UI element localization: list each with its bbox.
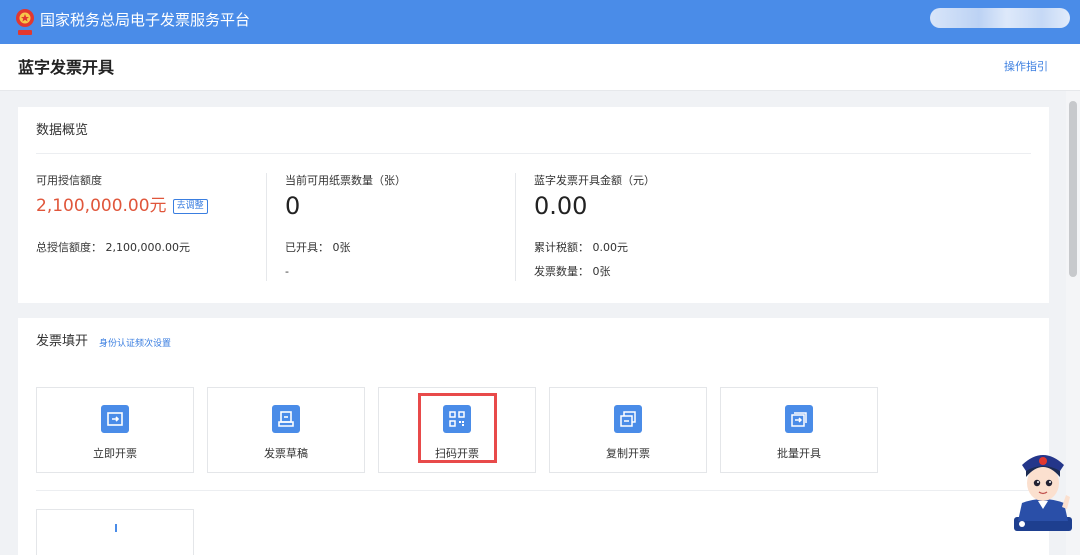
tile-label: 复制开票 [606, 447, 650, 460]
scrollbar-thumb[interactable] [1069, 101, 1077, 277]
tax-line: 累计税额： 0.00元 [534, 240, 628, 256]
amount-label: 蓝字发票开具金额（元） [534, 174, 655, 187]
highlight-box [418, 393, 497, 463]
credit-label: 可用授信额度 [36, 174, 102, 187]
data-overview-title: 数据概览 [36, 123, 89, 138]
total-credit-label: 总授信额度： [36, 241, 102, 254]
tile-issue-now[interactable]: 立即开票 [36, 387, 194, 473]
count-label: 发票数量： [534, 265, 589, 278]
tax-assistant-mascot-icon[interactable] [1012, 445, 1074, 531]
credit-stat: 可用授信额度 2,100,000.00元 去调整 [36, 173, 208, 217]
count-line: 发票数量： 0张 [534, 264, 611, 280]
data-overview-card: 数据概览 可用授信额度 2,100,000.00元 去调整 总授信额度： 2,10… [18, 107, 1049, 303]
amount-value: 0.00 [534, 192, 588, 220]
fill-divider [36, 490, 1031, 491]
tile-batch-issue[interactable]: 批量开具 [720, 387, 878, 473]
tax-label: 累计税额： [534, 241, 589, 254]
issue-now-icon [101, 405, 129, 433]
operation-guide-link[interactable]: 操作指引 [1004, 59, 1048, 75]
paper-extra: - [285, 265, 289, 278]
identity-frequency-link[interactable]: 身份认证频次设置 [99, 337, 171, 351]
tax-emblem-icon [16, 9, 34, 35]
invoice-fill-title: 发票填开 [36, 334, 89, 349]
paper-stat: 当前可用纸票数量（张） 0 [285, 173, 406, 221]
tax-value: 0.00元 [592, 241, 629, 254]
issued-line: 已开具： 0张 [285, 240, 351, 256]
issued-label: 已开具： [285, 241, 329, 254]
copy-invoice-icon [614, 405, 642, 433]
draft-icon [272, 405, 300, 433]
tile-label: 立即开票 [93, 447, 137, 460]
credit-value: 2,100,000.00元 [36, 196, 167, 216]
tile-copy-issue[interactable]: 复制开票 [549, 387, 707, 473]
user-info-blurred[interactable] [930, 8, 1070, 28]
total-credit-line: 总授信额度： 2,100,000.00元 [36, 240, 190, 256]
paper-label: 当前可用纸票数量（张） [285, 174, 406, 187]
tile-label: 批量开具 [777, 447, 821, 460]
page-title: 蓝字发票开具 [18, 58, 115, 77]
total-credit-value: 2,100,000.00元 [105, 241, 190, 254]
platform-title: 国家税务总局电子发票服务平台 [40, 11, 251, 29]
partial-tile-icon [115, 524, 117, 532]
tile-partial[interactable] [36, 509, 194, 555]
amount-stat: 蓝字发票开具金额（元） 0.00 [534, 173, 655, 221]
stat-separator [266, 173, 267, 281]
adjust-credit-button[interactable]: 去调整 [172, 199, 208, 214]
batch-issue-icon [785, 405, 813, 433]
paper-value: 0 [285, 192, 301, 220]
top-bar: 国家税务总局电子发票服务平台 [0, 0, 1080, 44]
overview-divider [36, 153, 1031, 154]
tile-invoice-draft[interactable]: 发票草稿 [207, 387, 365, 473]
invoice-fill-card: 发票填开 身份认证频次设置 立即开票 发票草稿 扫码开票 复制开票 批量开具 [18, 318, 1049, 555]
issued-value: 0张 [332, 241, 351, 254]
tile-label: 发票草稿 [264, 447, 308, 460]
count-value: 0张 [592, 265, 611, 278]
page-header: 蓝字发票开具 操作指引 [0, 44, 1080, 91]
stat-separator [515, 173, 516, 281]
